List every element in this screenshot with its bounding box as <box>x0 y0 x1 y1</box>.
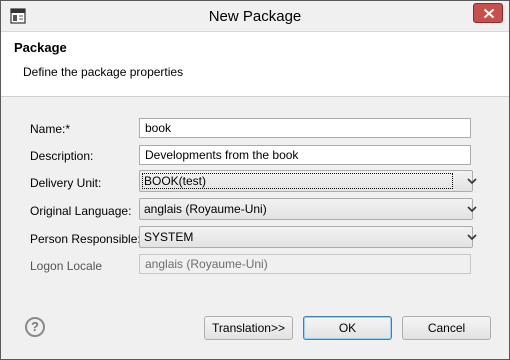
help-icon[interactable]: ? <box>25 317 45 337</box>
delivery-unit-dropdown[interactable]: BOOK(test) <box>139 170 477 192</box>
name-field[interactable] <box>139 118 471 138</box>
original-language-value: anglais (Royaume-Uni) <box>144 202 267 216</box>
close-icon <box>483 8 495 19</box>
dialog-header: Package Define the package properties <box>1 32 509 97</box>
title-bar[interactable]: New Package <box>1 1 509 32</box>
page-title: Package <box>14 40 67 55</box>
page-description: Define the package properties <box>23 65 184 79</box>
original-language-label: Original Language: <box>30 204 132 218</box>
close-button[interactable] <box>473 3 503 23</box>
cancel-button[interactable]: Cancel <box>402 316 491 340</box>
person-responsible-label: Person Responsible: <box>30 232 141 246</box>
logon-locale-label: Logon Locale <box>30 259 103 273</box>
new-package-dialog: New Package Package Define the package p… <box>0 0 510 360</box>
logon-locale-field: anglais (Royaume-Uni) <box>139 254 471 274</box>
delivery-unit-value: BOOK(test) <box>144 174 207 188</box>
name-label: Name:* <box>30 122 71 136</box>
original-language-dropdown[interactable]: anglais (Royaume-Uni) <box>139 198 477 220</box>
description-label: Description: <box>30 149 94 163</box>
person-responsible-dropdown[interactable]: SYSTEM <box>139 226 477 248</box>
delivery-unit-label: Delivery Unit: <box>30 176 102 190</box>
window-title: New Package <box>208 8 302 25</box>
person-responsible-value: SYSTEM <box>144 230 194 244</box>
description-field[interactable] <box>139 145 471 165</box>
translation-button[interactable]: Translation>> <box>204 316 293 340</box>
ok-button[interactable]: OK <box>303 316 392 340</box>
